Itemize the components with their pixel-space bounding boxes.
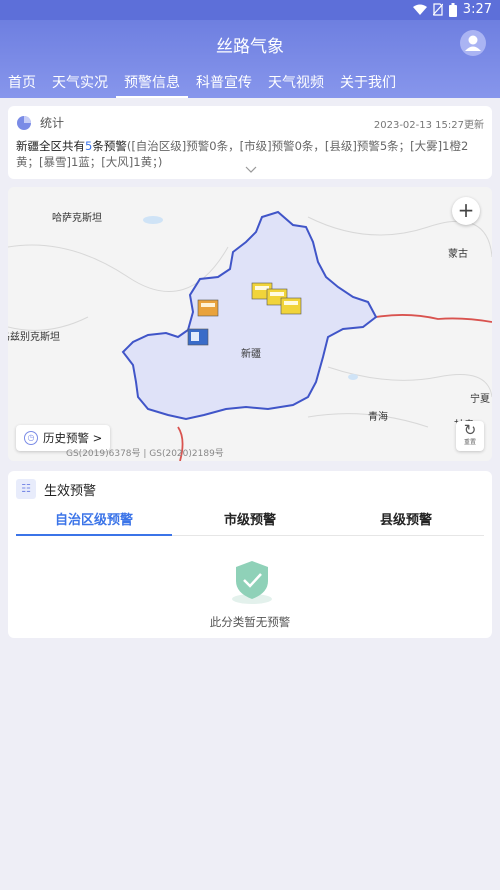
wifi-icon xyxy=(412,4,427,15)
tab-weather-live[interactable]: 天气实况 xyxy=(44,72,116,98)
stats-updated-time: 2023-02-13 15:27更新 xyxy=(373,120,484,131)
shield-check-icon xyxy=(232,561,272,604)
active-warnings-header: ☷ 生效预警 xyxy=(16,479,96,499)
tab-weather-video[interactable]: 天气视频 xyxy=(260,72,332,98)
tab-warning-info[interactable]: 预警信息 xyxy=(116,72,188,98)
map-label-xinjiang: 新疆 xyxy=(241,349,261,360)
app-header: 丝路气象 首页 天气实况 预警信息 科普宣传 天气视频 关于我们 xyxy=(0,20,500,98)
map-label-ningxia: 宁夏 xyxy=(470,394,490,405)
tab-home[interactable]: 首页 xyxy=(0,72,44,98)
map-label-mongolia: 蒙古 xyxy=(448,249,468,260)
pie-chart-icon xyxy=(17,115,31,130)
status-icons: 3:27 xyxy=(412,2,492,17)
reset-label: 重置 xyxy=(463,439,476,446)
status-time: 3:27 xyxy=(462,2,492,17)
active-warnings-title: 生效预警 xyxy=(44,483,97,499)
tab-county-level[interactable]: 县级预警 xyxy=(328,509,484,535)
stats-header: 统计 xyxy=(16,114,64,131)
zoom-in-button[interactable]: + xyxy=(452,197,480,225)
map-copyright: GS(2019)6378号 | GS(2020)2189号 xyxy=(66,449,224,459)
warning-marker-blue[interactable] xyxy=(187,328,209,346)
refresh-icon: ↻ xyxy=(463,421,477,439)
active-warnings-card: ☷ 生效预警 自治区级预警 市级预警 县级预警 此分类暂无预警 xyxy=(8,471,492,638)
reset-map-button[interactable]: ↻ 重置 xyxy=(456,421,484,451)
user-avatar-icon[interactable] xyxy=(460,30,486,56)
nav-tabs: 首页 天气实况 预警信息 科普宣传 天气视频 关于我们 xyxy=(0,72,404,98)
map-label-uzbekistan: 乌兹别克斯坦 xyxy=(8,332,60,343)
no-sim-icon xyxy=(432,3,443,16)
history-warning-label: 历史预警 > xyxy=(43,431,103,445)
app-title: 丝路气象 xyxy=(216,37,284,57)
tab-city-level[interactable]: 市级预警 xyxy=(172,509,328,535)
stats-summary-suffix: 条预警 xyxy=(92,139,127,153)
warning-doc-icon: ☷ xyxy=(16,479,36,499)
battery-icon xyxy=(448,2,457,17)
tab-region-level[interactable]: 自治区级预警 xyxy=(16,509,172,536)
warning-map[interactable]: 哈萨克斯坦 蒙古 乌兹别克斯坦 新疆 青海 宁夏 甘肃 + ↻ 重置 ◷ 历史预… xyxy=(8,187,492,461)
stats-card: 统计 2023-02-13 15:27更新 新疆全区共有5条预警([自治区级]预… xyxy=(8,106,492,179)
tab-about-us[interactable]: 关于我们 xyxy=(332,72,404,98)
plus-icon: + xyxy=(457,198,475,222)
warning-marker-orange[interactable] xyxy=(197,299,219,317)
stats-label: 统计 xyxy=(40,116,65,130)
stats-summary-prefix: 新疆全区共有 xyxy=(16,139,85,153)
map-label-kazakhstan: 哈萨克斯坦 xyxy=(52,213,102,224)
chevron-down-icon[interactable] xyxy=(244,166,258,174)
map-canvas xyxy=(8,187,492,461)
tab-science[interactable]: 科普宣传 xyxy=(188,72,260,98)
warning-level-tabs: 自治区级预警 市级预警 县级预警 xyxy=(16,509,484,536)
map-label-qinghai: 青海 xyxy=(368,412,388,423)
status-bar: 3:27 xyxy=(0,0,500,20)
clock-icon: ◷ xyxy=(24,431,38,445)
empty-state-text: 此分类暂无预警 xyxy=(209,615,291,629)
warning-marker-yellow-3[interactable] xyxy=(280,297,302,315)
